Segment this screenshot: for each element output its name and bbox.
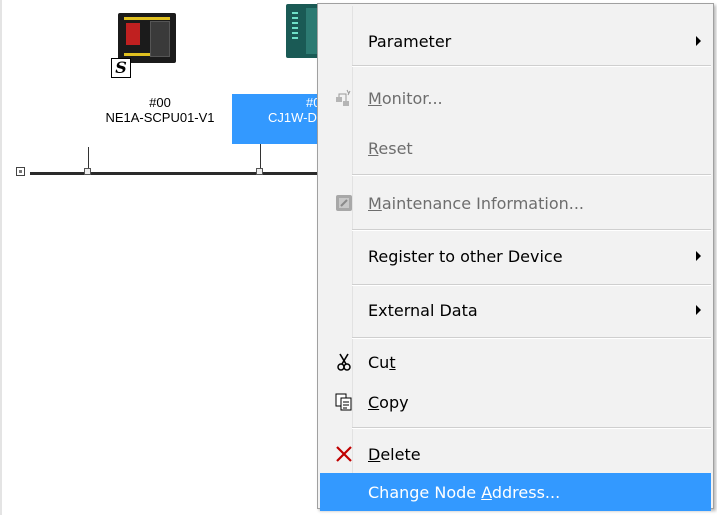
monitor-network-icon [334,88,354,108]
menu-item-register-to-other-device[interactable]: Register to other Device [320,237,711,275]
menu-item-reset[interactable]: Reset [320,129,711,167]
node-01-selection[interactable]: #01 CJ1W-DF [232,94,322,144]
context-menu: Parameter Monitor... Reset Maintenance I… [317,3,714,511]
menu-item-change-node-address[interactable]: Change Node Address... [320,473,711,511]
menu-item-monitor[interactable]: Monitor... [320,79,711,117]
submenu-arrow-icon [696,305,701,315]
copy-icon [334,392,354,412]
submenu-arrow-icon [696,36,701,46]
menu-item-label: Change Node Address... [368,482,561,502]
network-bus-line [30,172,330,175]
menu-item-label: Copy [368,392,409,412]
menu-item-label: Parameter [368,31,452,51]
menu-separator [352,337,711,339]
node-01-model[interactable]: CJ1W-DF [268,110,322,126]
menu-item-label: External Data [368,300,478,320]
menu-item-external-data[interactable]: External Data [320,291,711,329]
scissors-icon [334,352,354,372]
menu-item-label: Register to other Device [368,246,563,266]
menu-separator [352,229,711,231]
delete-x-icon [334,444,354,464]
menu-separator [352,427,711,429]
menu-item-label: Monitor... [368,88,443,108]
menu-item-label: Cut [368,352,396,372]
menu-separator [352,284,711,286]
safety-badge-icon: S [111,58,131,78]
maintenance-info-icon [334,193,354,213]
node-00-model[interactable]: NE1A-SCPU01-V1 [70,110,250,126]
menu-item-label: Reset [368,138,413,158]
menu-item-parameter[interactable]: Parameter [320,22,711,60]
node-00-device-icon[interactable] [118,13,176,63]
node-00-address[interactable]: #00 [100,95,220,111]
node-01-tap-icon [256,168,263,175]
menu-separator [352,174,711,176]
menu-item-maintenance-information[interactable]: Maintenance Information... [320,184,711,222]
menu-item-cut[interactable]: Cut [320,343,711,381]
canvas-border [0,0,2,515]
menu-item-label: Delete [368,444,421,464]
terminator-icon[interactable] [16,167,25,176]
menu-separator [352,65,711,67]
node-00-tap-icon [84,168,91,175]
menu-item-delete[interactable]: Delete [320,435,711,473]
menu-item-label: Maintenance Information... [368,193,585,213]
submenu-arrow-icon [696,251,701,261]
menu-item-copy[interactable]: Copy [320,383,711,421]
